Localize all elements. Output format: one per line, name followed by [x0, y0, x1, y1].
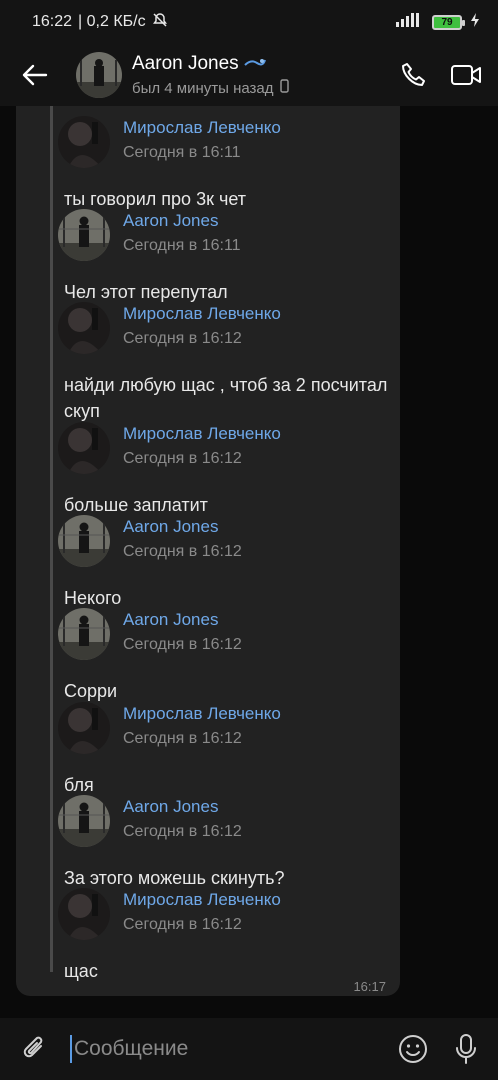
message-date: Сегодня в 16:12: [123, 730, 242, 747]
silent-bell-icon: [152, 12, 168, 33]
smile-icon: [399, 1035, 427, 1063]
message-date: Сегодня в 16:12: [123, 543, 242, 560]
microphone-icon: [456, 1034, 476, 1064]
message-item[interactable]: Мирослав Левченко Сегодня в 16:12 щас: [58, 888, 408, 984]
message-date: Сегодня в 16:12: [123, 450, 242, 467]
status-time: 16:22: [32, 13, 73, 30]
voice-button[interactable]: [454, 1033, 478, 1065]
battery-icon: 79: [432, 14, 465, 30]
avatar[interactable]: [58, 116, 110, 168]
message-date: Сегодня в 16:11: [123, 237, 241, 254]
battery-level: 79: [441, 16, 453, 28]
signal-icon: [394, 12, 424, 33]
header-info[interactable]: Aaron Jones был 4 минуты назад: [132, 53, 400, 97]
message-item[interactable]: Мирослав Левченко Сегодня в 16:12 бля: [58, 702, 408, 798]
avatar[interactable]: [58, 302, 110, 354]
emoji-button[interactable]: [398, 1033, 428, 1065]
avatar[interactable]: [76, 52, 122, 98]
message-date: Сегодня в 16:12: [123, 916, 242, 933]
message-date: Сегодня в 16:12: [123, 330, 242, 347]
message-date: Сегодня в 16:11: [123, 144, 241, 161]
status-speed: | 0,2 КБ/с: [78, 13, 146, 30]
attach-button[interactable]: [0, 1034, 70, 1064]
message-author[interactable]: Мирослав Левченко: [123, 424, 281, 444]
message-item[interactable]: Aaron Jones Сегодня в 16:12 Сорри: [58, 608, 408, 704]
status-bar: 16:22 | 0,2 КБ/с 79: [0, 0, 498, 44]
back-button[interactable]: [0, 44, 70, 106]
message-author[interactable]: Мирослав Левченко: [123, 118, 281, 138]
arrow-back-icon: [22, 64, 48, 86]
video-call-button[interactable]: [450, 61, 482, 89]
avatar[interactable]: [58, 888, 110, 940]
message-text: Сорри: [64, 681, 118, 701]
avatar[interactable]: [58, 209, 110, 261]
contact-status: был 4 минуты назад: [132, 79, 274, 97]
message-author[interactable]: Aaron Jones: [123, 517, 242, 537]
phone-device-icon: [279, 79, 289, 97]
verified-logo-icon: [243, 53, 267, 75]
message-item[interactable]: Мирослав Левченко Сегодня в 16:12 больше з…: [58, 422, 408, 518]
avatar[interactable]: [58, 795, 110, 847]
message-list[interactable]: Мирослав Левченко Сегодня в 16:11 ты говор…: [0, 106, 498, 1018]
message-author[interactable]: Aaron Jones: [123, 211, 241, 231]
paperclip-icon: [23, 1036, 43, 1058]
message-item[interactable]: Мирослав Левченко Сегодня в 16:11 ты говор…: [58, 116, 408, 212]
phone-icon: [402, 63, 425, 86]
message-item[interactable]: Aaron Jones Сегодня в 16:12 Некого: [58, 515, 408, 611]
avatar[interactable]: [58, 422, 110, 474]
contact-name: Aaron Jones: [132, 53, 239, 74]
avatar[interactable]: [58, 515, 110, 567]
forwarded-message-bubble[interactable]: Мирослав Левченко Сегодня в 16:11 ты говор…: [16, 106, 400, 996]
message-input[interactable]: [70, 1035, 382, 1063]
avatar[interactable]: [58, 702, 110, 754]
message-item[interactable]: Aaron Jones Сегодня в 16:11 Чел этот переп…: [58, 209, 408, 305]
message-author[interactable]: Aaron Jones: [123, 797, 242, 817]
message-author[interactable]: Мирослав Левченко: [123, 304, 281, 324]
message-author[interactable]: Мирослав Левченко: [123, 704, 281, 724]
composer: [0, 1018, 498, 1080]
message-author[interactable]: Aaron Jones: [123, 610, 242, 630]
message-date: Сегодня в 16:12: [123, 636, 242, 653]
video-camera-icon: [451, 65, 481, 85]
forward-line: [50, 106, 53, 972]
call-button[interactable]: [400, 61, 428, 89]
charging-icon: [470, 12, 480, 33]
message-text: найди любую щас , чтоб за 2 посчитал ску…: [64, 375, 388, 421]
message-date: Сегодня в 16:12: [123, 823, 242, 840]
chat-header: Aaron Jones был 4 минуты назад: [0, 44, 498, 106]
message-time: 16:17: [353, 979, 386, 994]
avatar[interactable]: [58, 608, 110, 660]
message-item[interactable]: Мирослав Левченко Сегодня в 16:12 найди лю…: [58, 302, 408, 424]
message-item[interactable]: Aaron Jones Сегодня в 16:12 За этого можеш…: [58, 795, 408, 891]
message-author[interactable]: Мирослав Левченко: [123, 890, 281, 910]
